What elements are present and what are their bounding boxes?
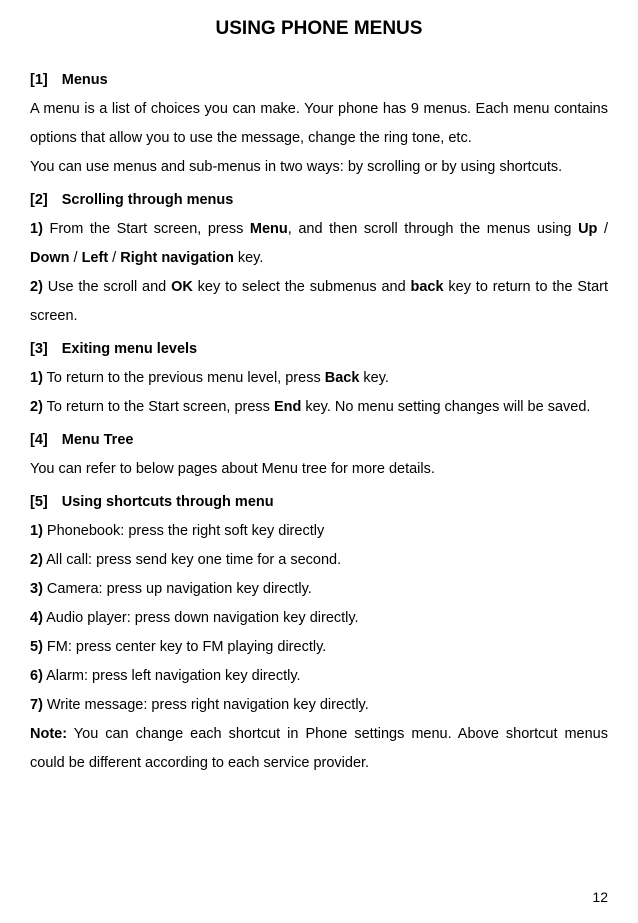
t: key to select the submenus and [193,279,411,295]
right-key: Right navigation [120,250,234,266]
section-1-heading: [1] Menus [30,66,608,95]
section-2-p2: 2) Use the scroll and OK key to select t… [30,273,608,331]
menu-key: Menu [250,221,288,237]
section-3-p1-num: 1) [30,370,43,386]
section-5-title: Using shortcuts through menu [62,494,274,510]
end-key: End [274,399,301,415]
section-3-heading: [3] Exiting menu levels [30,335,608,364]
note-label: Note: [30,726,67,742]
page-number: 12 [592,883,608,911]
t: Alarm: press left navigation key directl… [43,668,301,684]
shortcut-3: 3) Camera: press up navigation key direc… [30,575,608,604]
t: From the Start screen, press [43,221,250,237]
n: 7) [30,697,43,713]
section-4-title: Menu Tree [62,432,134,448]
section-1-bracket: [1] [30,72,48,88]
t: key. [359,370,389,386]
n: 1) [30,523,43,539]
t: Use the scroll and [43,279,171,295]
section-2-bracket: [2] [30,192,48,208]
t: To return to the previous menu level, pr… [43,370,325,386]
section-3-p1: 1) To return to the previous menu level,… [30,364,608,393]
t: / [69,250,81,266]
section-1-title: Menus [62,72,108,88]
page-title: USING PHONE MENUS [30,10,608,48]
shortcut-1: 1) Phonebook: press the right soft key d… [30,517,608,546]
t: key. No menu setting changes will be sav… [301,399,590,415]
section-4-bracket: [4] [30,432,48,448]
shortcut-5: 5) FM: press center key to FM playing di… [30,633,608,662]
section-3-p2: 2) To return to the Start screen, press … [30,393,608,422]
shortcut-7: 7) Write message: press right navigation… [30,691,608,720]
t: Write message: press right navigation ke… [43,697,369,713]
section-1-p2: You can use menus and sub-menus in two w… [30,153,608,182]
n: 2) [30,552,43,568]
t: To return to the Start screen, press [43,399,274,415]
section-2-p2-num: 2) [30,279,43,295]
n: 5) [30,639,43,655]
note: Note: You can change each shortcut in Ph… [30,720,608,778]
t: FM: press center key to FM playing direc… [43,639,326,655]
section-5-bracket: [5] [30,494,48,510]
left-key: Left [82,250,109,266]
section-5-heading: [5] Using shortcuts through menu [30,488,608,517]
t: Camera: press up navigation key directly… [43,581,312,597]
down-key: Down [30,250,69,266]
t: Audio player: press down navigation key … [43,610,359,626]
section-3-bracket: [3] [30,341,48,357]
back-key: back [410,279,443,295]
up-key: Up [578,221,597,237]
t: / [108,250,120,266]
t: key. [234,250,264,266]
t: All call: press send key one time for a … [43,552,341,568]
t: / [597,221,608,237]
section-2-p1: 1) From the Start screen, press Menu, an… [30,215,608,273]
t: Phonebook: press the right soft key dire… [43,523,324,539]
section-3-title: Exiting menu levels [62,341,197,357]
shortcut-6: 6) Alarm: press left navigation key dire… [30,662,608,691]
section-4-p1: You can refer to below pages about Menu … [30,455,608,484]
ok-key: OK [171,279,193,295]
back-key-2: Back [325,370,360,386]
shortcut-4: 4) Audio player: press down navigation k… [30,604,608,633]
shortcut-2: 2) All call: press send key one time for… [30,546,608,575]
n: 6) [30,668,43,684]
section-2-p1-num: 1) [30,221,43,237]
section-2-heading: [2] Scrolling through menus [30,186,608,215]
section-2-title: Scrolling through menus [62,192,234,208]
section-3-p2-num: 2) [30,399,43,415]
section-4-heading: [4] Menu Tree [30,426,608,455]
n: 3) [30,581,43,597]
section-1-p1: A menu is a list of choices you can make… [30,95,608,153]
n: 4) [30,610,43,626]
note-text: You can change each shortcut in Phone se… [30,726,608,771]
t: , and then scroll through the menus usin… [288,221,578,237]
